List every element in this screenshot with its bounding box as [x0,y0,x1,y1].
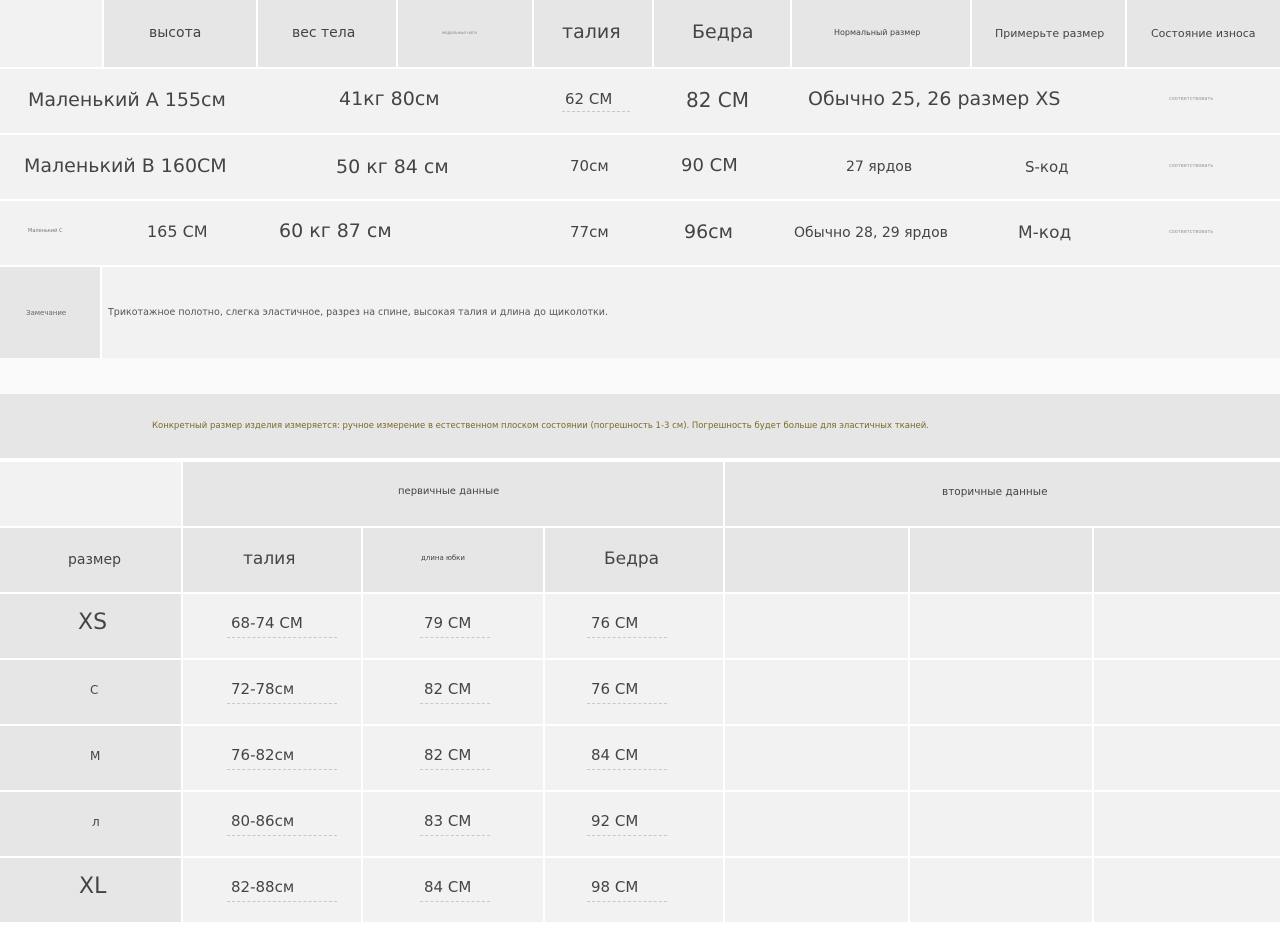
col-extra2-header [910,528,1092,592]
row3-weight: 60 кг 87 см [279,220,392,242]
row1-normal: Обычно 25, 26 размер XS [808,88,1061,110]
hips-value: 84 СМ [591,746,639,764]
header-height-label: высота [149,25,202,41]
size-label: XS [78,610,108,635]
table-cell [910,792,1092,856]
table-cell [910,660,1092,724]
col-extra1-header [725,528,908,592]
table-cell [910,594,1092,658]
length-value: 79 СМ [424,614,472,632]
length-value: 84 СМ [424,878,472,896]
group-secondary-label: вторичные данные [942,486,1048,498]
size-label: XL [79,874,107,899]
row1-hips: 82 СМ [686,88,750,112]
table-cell [910,858,1092,922]
row2-waist: 70см [570,157,609,175]
group-primary-label: первичные данные [398,486,500,497]
row2-hips: 90 СМ [681,155,738,176]
col-size-label: размер [68,552,121,568]
waist-value: 76-82см [231,746,295,764]
row2-model: Маленький В 160СМ [24,155,227,177]
table-cell [725,792,908,856]
size-label: л [92,815,100,829]
header-waist-label: талия [562,21,621,43]
hips-value: 76 СМ [591,614,639,632]
row3-wear: соответствовать [1169,229,1214,235]
table-cell [725,858,908,922]
header-hips-label: Бедра [692,21,754,43]
col-hips-label: Бедра [604,549,660,569]
section-spacer [0,358,1280,394]
row3-normal: Обычно 28, 29 ярдов [794,225,948,241]
waist-value: 68-74 СМ [231,614,303,632]
hips-value: 76 СМ [591,680,639,698]
table-cell [1094,792,1280,856]
table-cell [1094,660,1280,724]
row1-model: Маленький А 155см [28,89,226,111]
row2-normal: 27 ярдов [846,159,913,175]
waist-value: 72-78см [231,680,295,698]
col-extra3-header [1094,528,1280,592]
header-try-label: Примерьте размер [995,27,1105,40]
group-corner [0,462,181,526]
header-wear-label: Состояние износа [1151,27,1256,40]
table-cell [1094,594,1280,658]
table-cell [1094,858,1280,922]
row3-hips: 96см [684,221,733,243]
length-value: 82 СМ [424,680,472,698]
row3-height: 165 СМ [147,222,208,241]
table-cell [910,726,1092,790]
col-waist-label: талия [243,549,296,569]
waist-value: 80-86см [231,812,295,830]
header-weight-label: вес тела [292,25,356,41]
header-normal-label: Нормальный размер [834,28,921,37]
row1-weight: 41кг 80см [339,88,440,110]
table-cell [725,726,908,790]
table-cell [725,660,908,724]
row3-try: М-код [1018,223,1072,243]
table-cell [725,594,908,658]
length-value: 83 СМ [424,812,472,830]
row2-weight: 50 кг 84 см [336,156,449,178]
row2-try: S-код [1025,158,1069,176]
table-cell [0,792,181,856]
hips-value: 92 СМ [591,812,639,830]
note-label: Замечание [26,309,67,317]
table-cell [1094,726,1280,790]
waist-value: 82-88см [231,878,295,896]
note-text: Трикотажное полотно, слегка эластичное, … [108,307,608,318]
row1-waist: 62 СМ [565,90,613,108]
row1-wear: соответствовать [1169,96,1214,102]
col-length-label: длина юбки [421,554,465,562]
header-corner [0,0,102,67]
size-label: М [90,749,101,763]
row3-waist: 77см [570,223,609,241]
hips-value: 98 СМ [591,878,639,896]
measurement-banner-text: Конкретный размер изделия измеряется: ру… [152,421,930,431]
length-value: 82 СМ [424,746,472,764]
row3-model: Маленький С [28,228,63,234]
header-legs-label: модельные ноги [442,30,477,35]
row2-wear: соответствовать [1169,163,1214,169]
size-label: С [90,683,99,697]
